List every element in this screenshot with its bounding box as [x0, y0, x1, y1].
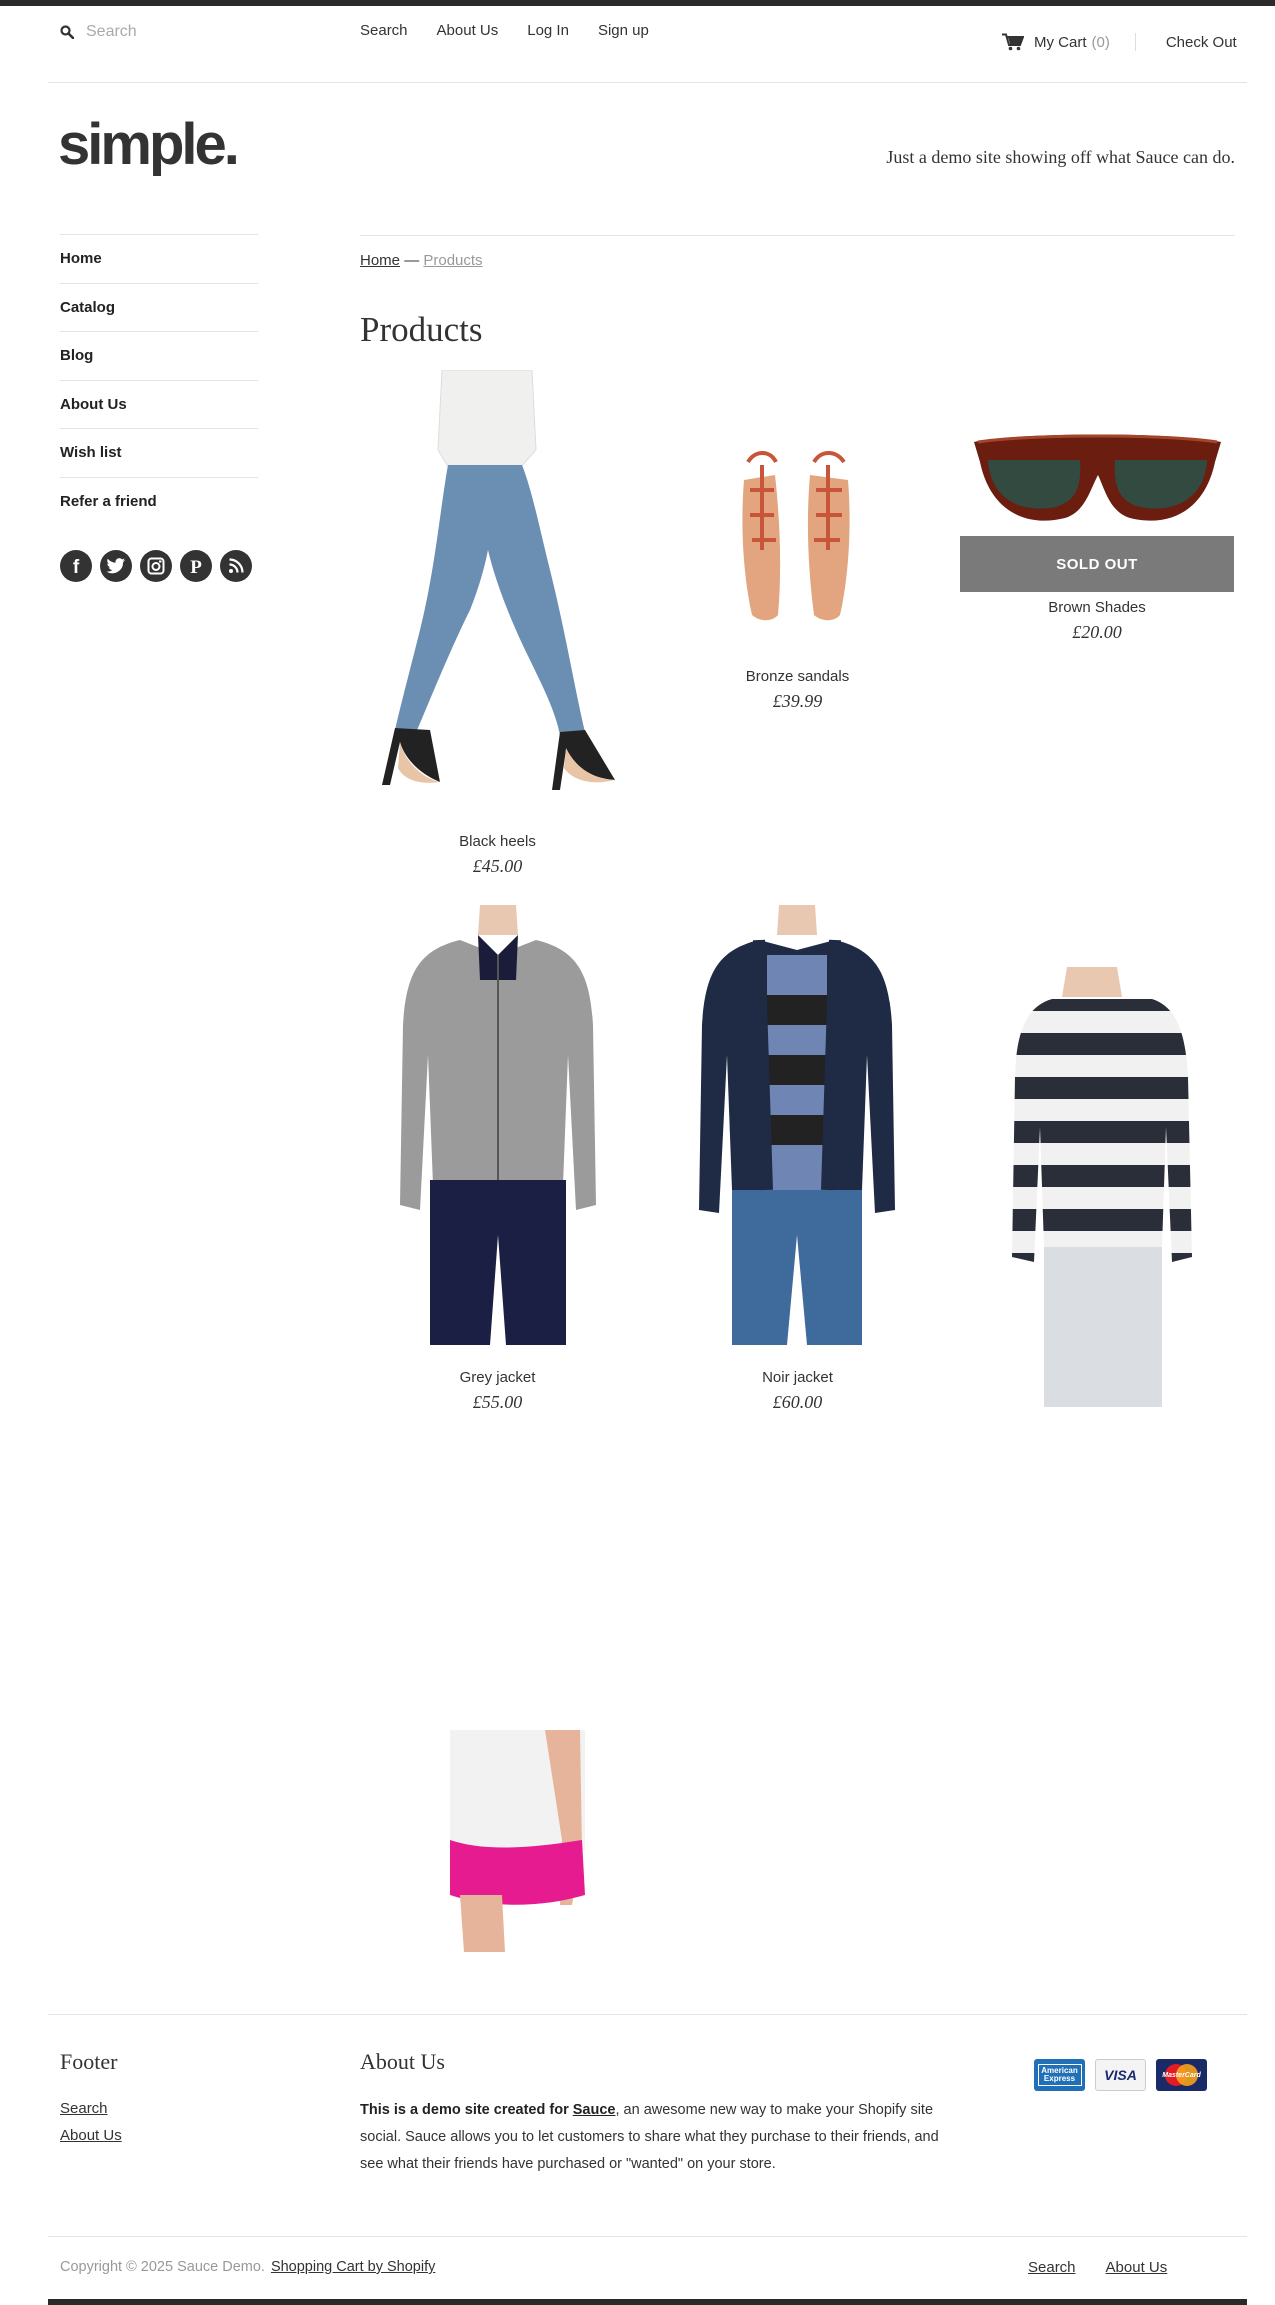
sidebar-item-label: Home: [60, 250, 102, 268]
search-input[interactable]: [86, 23, 266, 41]
copyright-text: Copyright © 2025 Sauce Demo.: [60, 2259, 265, 2275]
sidebar-item-label: Wish list: [60, 444, 122, 462]
footer-title: Footer: [60, 2049, 118, 2074]
rss-icon[interactable]: [220, 550, 252, 582]
sidebar-item-home[interactable]: Home: [60, 234, 258, 283]
footer-about-text: This is a demo site created for Sauce, a…: [360, 2097, 940, 2178]
breadcrumb-separator: —: [404, 252, 420, 269]
footer-about-title: About Us: [360, 2049, 445, 2074]
product-card[interactable]: Bronze sandals £39.99: [730, 668, 865, 712]
top-nav-search[interactable]: Search: [360, 22, 408, 39]
card-label: MasterCard: [1162, 2071, 1201, 2079]
mastercard-icon: MasterCard: [1156, 2059, 1207, 2091]
social-links: f P: [60, 550, 260, 582]
product-name[interactable]: Noir jacket: [660, 1369, 935, 1386]
sidebar-nav: Home Catalog Blog About Us Wish list Ref…: [60, 234, 258, 525]
cart-count: (0): [1091, 33, 1110, 51]
site-logo[interactable]: simple.: [58, 116, 240, 174]
sidebar-item-label: About Us: [60, 395, 127, 413]
shopify-link[interactable]: Shopping Cart by Shopify: [271, 2259, 435, 2275]
about-bold-text: This is a demo site created for: [360, 2102, 569, 2118]
copyright: Copyright © 2025 Sauce Demo. Shopping Car…: [60, 2259, 435, 2275]
cart-area: My Cart (0) Check Out: [1002, 33, 1237, 51]
product-price: £45.00: [472, 856, 523, 876]
top-nav-about-us[interactable]: About Us: [437, 22, 499, 39]
top-nav-sign-up[interactable]: Sign up: [598, 22, 649, 39]
breadcrumb-current[interactable]: Products: [423, 252, 482, 269]
instagram-icon[interactable]: [140, 550, 172, 582]
footer-divider: [48, 2014, 1247, 2015]
product-image-noir-jacket[interactable]: [697, 905, 897, 1345]
site-tagline: Just a demo site showing off what Sauce …: [886, 147, 1235, 167]
amex-card-icon: American Express: [1034, 2059, 1085, 2091]
product-price: £39.99: [772, 691, 823, 711]
search-icon: [60, 25, 74, 39]
sauce-link[interactable]: Sauce: [573, 2102, 616, 2118]
card-label: VISA: [1104, 2067, 1137, 2083]
search-box[interactable]: [60, 20, 280, 44]
my-cart-link[interactable]: My Cart (0): [1034, 34, 1110, 51]
payment-cards: American Express VISA MasterCard: [1034, 2059, 1217, 2091]
top-bar: [0, 0, 1275, 6]
bottom-bar: [48, 2299, 1247, 2305]
product-price: £20.00: [1072, 622, 1122, 642]
pinterest-icon[interactable]: P: [180, 550, 212, 582]
product-image-striped-sweater[interactable]: [1012, 967, 1192, 1407]
svg-text:P: P: [190, 557, 202, 578]
footer-bottom-divider: [48, 2236, 1247, 2237]
breadcrumb-home[interactable]: Home: [360, 252, 400, 269]
sidebar-item-wish-list[interactable]: Wish list: [60, 428, 258, 477]
product-card[interactable]: Grey jacket £55.00: [360, 1369, 635, 1413]
product-card[interactable]: Black heels £45.00: [360, 833, 635, 877]
product-price: £60.00: [772, 1392, 823, 1412]
product-price: £55.00: [472, 1392, 523, 1412]
product-name[interactable]: Black heels: [360, 833, 635, 850]
sidebar-item-label: Refer a friend: [60, 492, 157, 510]
footer-bottom-about-us[interactable]: About Us: [1106, 2259, 1168, 2276]
svg-text:f: f: [73, 557, 80, 578]
product-card[interactable]: Brown Shades £20.00: [960, 599, 1234, 643]
breadcrumb: Home — Products: [360, 252, 483, 269]
product-image-grey-jacket[interactable]: [398, 905, 598, 1345]
sidebar-item-blog[interactable]: Blog: [60, 331, 258, 380]
footer-link-search[interactable]: Search: [60, 2100, 108, 2117]
footer-bottom-search[interactable]: Search: [1028, 2259, 1076, 2276]
checkout-link[interactable]: Check Out: [1166, 34, 1237, 51]
cart-icon[interactable]: [1002, 33, 1024, 51]
main-divider: [360, 235, 1235, 236]
top-nav: Search About Us Log In Sign up: [360, 22, 678, 39]
card-label: American Express: [1037, 2064, 1082, 2086]
sidebar-item-label: Catalog: [60, 298, 116, 316]
sidebar-item-label: Blog: [60, 347, 94, 365]
cart-label: My Cart: [1034, 33, 1087, 51]
sold-out-badge: SOLD OUT: [960, 536, 1234, 592]
facebook-icon[interactable]: f: [60, 550, 92, 582]
visa-card-icon: VISA: [1095, 2059, 1146, 2091]
page-title: Products: [360, 310, 483, 349]
top-nav-log-in[interactable]: Log In: [527, 22, 569, 39]
product-image-brown-shades[interactable]: [970, 430, 1225, 530]
product-name[interactable]: Bronze sandals: [730, 668, 865, 685]
product-name[interactable]: Grey jacket: [360, 1369, 635, 1386]
header-divider: [48, 82, 1247, 83]
sidebar-item-refer-a-friend[interactable]: Refer a friend: [60, 476, 258, 526]
product-card[interactable]: Noir jacket £60.00: [660, 1369, 935, 1413]
cart-divider: [1134, 33, 1136, 51]
sidebar-item-about-us[interactable]: About Us: [60, 379, 258, 429]
sidebar-item-catalog[interactable]: Catalog: [60, 282, 258, 332]
twitter-icon[interactable]: [100, 550, 132, 582]
footer-bottom-nav: Search About Us: [1028, 2259, 1197, 2276]
product-name[interactable]: Brown Shades: [960, 599, 1234, 616]
footer-link-about-us[interactable]: About Us: [60, 2127, 122, 2144]
product-image-pink-skirt[interactable]: [450, 1730, 585, 1952]
product-image-black-heels[interactable]: [360, 370, 635, 810]
product-image-bronze-sandals[interactable]: [730, 450, 865, 625]
